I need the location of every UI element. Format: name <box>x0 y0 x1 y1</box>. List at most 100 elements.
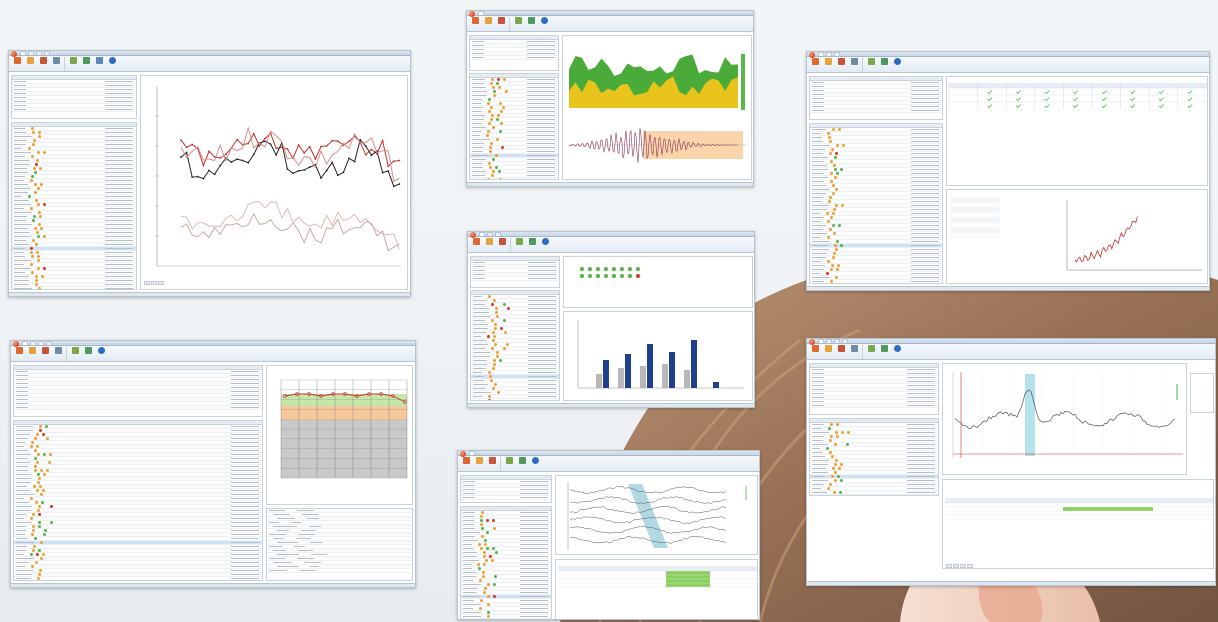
chart-tab[interactable] <box>151 281 157 285</box>
toolbar-tool-button[interactable] <box>866 58 876 65</box>
toolbar-tool-button[interactable] <box>68 57 78 64</box>
toolbar-help-button[interactable] <box>892 345 902 352</box>
toolbar-new-button[interactable] <box>810 345 820 352</box>
toolbar-tool-button[interactable] <box>879 345 889 352</box>
toolbar-save-button[interactable] <box>496 17 506 24</box>
toolbar-help-button[interactable] <box>540 238 550 245</box>
toolbar-tool-button[interactable] <box>504 457 514 464</box>
window-tab[interactable] <box>842 339 848 343</box>
toolbar-help-button[interactable] <box>107 57 117 64</box>
window-tab[interactable] <box>479 232 485 236</box>
list-item[interactable] <box>12 287 136 289</box>
window-tab[interactable] <box>30 341 36 345</box>
toolbar-open-button[interactable] <box>823 345 833 352</box>
panel-tab[interactable] <box>960 564 966 568</box>
toolbar-new-button[interactable] <box>14 347 24 354</box>
toolbar-open-button[interactable] <box>484 238 494 245</box>
toolbar-new-button[interactable] <box>470 17 480 24</box>
list-item[interactable] <box>810 280 942 283</box>
toolbar-print-button[interactable] <box>51 57 61 64</box>
toolbar-save-button[interactable] <box>487 457 497 464</box>
window-tab[interactable] <box>28 51 34 55</box>
window-tab[interactable] <box>834 339 840 343</box>
toolbar-tool-button[interactable] <box>527 238 537 245</box>
toolbar-open-button[interactable] <box>483 17 493 24</box>
list-item[interactable] <box>810 109 942 113</box>
list-item[interactable] <box>470 56 558 60</box>
toolbar-tool-button[interactable] <box>513 17 523 24</box>
toolbar-save-button[interactable] <box>836 345 846 352</box>
list-item[interactable] <box>14 406 262 410</box>
status-dot-icon <box>499 178 503 179</box>
status-dot-icon <box>40 437 43 440</box>
toolbar-save-button[interactable] <box>38 57 48 64</box>
toolbar-new-button[interactable] <box>461 457 471 464</box>
window-tab[interactable] <box>818 52 824 56</box>
window-tab[interactable] <box>38 341 44 345</box>
chart-tab[interactable] <box>144 281 150 285</box>
toolbar-new-button[interactable] <box>471 238 481 245</box>
tree-node[interactable] <box>267 569 412 573</box>
window-tab[interactable] <box>22 341 28 345</box>
toolbar-save-button[interactable] <box>497 238 507 245</box>
status-dot-icon <box>498 359 502 362</box>
list-item[interactable] <box>14 577 262 580</box>
window-tab[interactable] <box>469 451 475 455</box>
window-tab[interactable] <box>20 51 26 55</box>
list-item[interactable] <box>810 491 938 495</box>
toolbar-print-button[interactable] <box>849 58 859 65</box>
list-item[interactable] <box>471 277 559 281</box>
toolbar-tool-button[interactable] <box>81 57 91 64</box>
window-tab[interactable] <box>834 52 840 56</box>
panel-tab[interactable] <box>953 564 959 568</box>
list-item[interactable] <box>12 108 136 112</box>
toolbar-help-button[interactable] <box>892 58 902 65</box>
toolbar-tool-button[interactable] <box>866 345 876 352</box>
window-tab[interactable] <box>36 51 42 55</box>
toolbar-open-button[interactable] <box>823 58 833 65</box>
toolbar-help-button[interactable] <box>539 17 549 24</box>
toolbar-open-button[interactable] <box>25 57 35 64</box>
toolbar-save-button[interactable] <box>40 347 50 354</box>
status-dot-icon <box>491 387 495 390</box>
list-item[interactable] <box>471 399 559 400</box>
panel-tab[interactable] <box>967 564 973 568</box>
status-dot-icon <box>38 477 42 480</box>
toolbar-tool-button[interactable] <box>526 17 536 24</box>
window-tab[interactable] <box>495 232 501 236</box>
toolbar-tool-button[interactable] <box>514 238 524 245</box>
window-tab[interactable] <box>44 51 50 55</box>
status-dot-icon <box>835 144 839 147</box>
toolbar-tool-button[interactable] <box>517 457 527 464</box>
list-item[interactable] <box>461 619 551 620</box>
check-icon <box>1187 97 1193 102</box>
status-dot-icon <box>493 611 496 614</box>
list-item[interactable] <box>461 496 551 500</box>
toolbar-print-button[interactable] <box>53 347 63 354</box>
status-dot-icon <box>505 299 508 302</box>
list-item[interactable] <box>470 178 558 179</box>
window-tab[interactable] <box>487 232 493 236</box>
status-dot-icon <box>840 427 843 430</box>
window-tab[interactable] <box>478 11 484 15</box>
toolbar-new-button[interactable] <box>810 58 820 65</box>
toolbar-tool-button[interactable] <box>83 347 93 354</box>
toolbar-tool-button[interactable] <box>879 58 889 65</box>
toolbar-open-button[interactable] <box>474 457 484 464</box>
chart-tab[interactable] <box>158 281 164 285</box>
toolbar-tool-button[interactable] <box>70 347 80 354</box>
panel-tab[interactable] <box>946 564 952 568</box>
toolbar-help-button[interactable] <box>530 457 540 464</box>
list-item[interactable] <box>810 404 938 408</box>
status-dot-icon <box>841 451 844 454</box>
toolbar-new-button[interactable] <box>12 57 22 64</box>
toolbar-help-button[interactable] <box>96 347 106 354</box>
toolbar-tool-button[interactable] <box>94 57 104 64</box>
window-tab[interactable] <box>826 339 832 343</box>
toolbar-open-button[interactable] <box>27 347 37 354</box>
toolbar-print-button[interactable] <box>849 345 859 352</box>
window-tab[interactable] <box>826 52 832 56</box>
toolbar-save-button[interactable] <box>836 58 846 65</box>
window-tab[interactable] <box>818 339 824 343</box>
window-tab[interactable] <box>46 341 52 345</box>
